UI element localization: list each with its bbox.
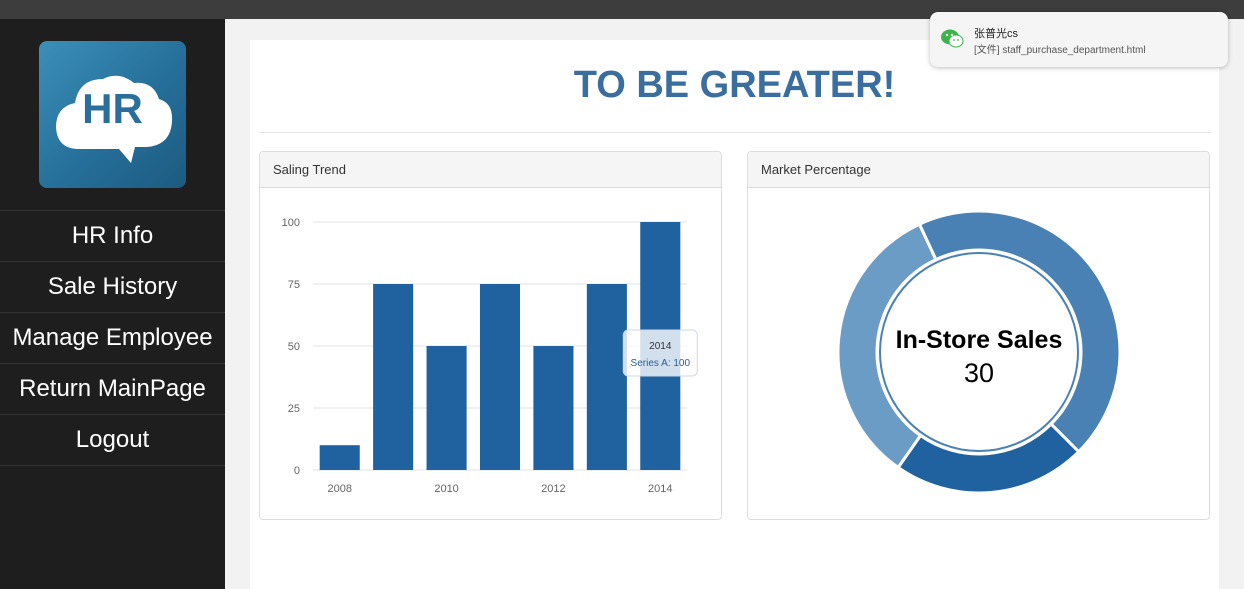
sidebar-item-manage-employee[interactable]: Manage Employee: [0, 313, 225, 364]
x-tick-label: 2014: [648, 483, 672, 495]
tooltip-text: Series A: 100: [631, 358, 691, 369]
logo-text: HR: [82, 85, 143, 132]
tooltip-box: [622, 329, 698, 377]
main-content: TO BE GREATER! Saling Trend 0 25 50 75 100 20…: [250, 40, 1219, 589]
sidebar-item-sale-history[interactable]: Sale History: [0, 262, 225, 313]
bar-2012: [533, 346, 574, 470]
y-tick-label: 100: [282, 217, 300, 229]
y-tick-label: 0: [294, 465, 300, 477]
x-tick-label: 2010: [434, 483, 458, 495]
sidebar: HR HR Info Sale History Manage Employee …: [0, 19, 225, 589]
tooltip-title: 2014: [649, 341, 672, 352]
bar-2011: [479, 284, 521, 470]
sidebar-item-logout[interactable]: Logout: [0, 415, 225, 466]
y-tick-label: 75: [288, 279, 300, 291]
saling-trend-bar-chart[interactable]: 0 25 50 75 100 2008 2010 2012 2014 2014 Series A: …: [260, 152, 723, 521]
saling-trend-panel: Saling Trend 0 25 50 75 100 2008 2010 2012 2014 2…: [259, 151, 722, 520]
divider: [259, 132, 1211, 133]
market-percentage-donut-chart[interactable]: In-Store Sales 30: [748, 152, 1211, 521]
bar-2013: [586, 284, 627, 470]
x-tick-label: 2012: [541, 483, 565, 495]
sidebar-nav: HR Info Sale History Manage Employee Ret…: [0, 210, 225, 466]
bar-2010: [426, 346, 467, 470]
notification-sender: 张普光cs: [974, 28, 1018, 40]
hr-logo[interactable]: HR: [39, 41, 186, 188]
chart-tooltip: 2014 Series A: 100: [622, 329, 698, 377]
y-tick-label: 50: [288, 341, 300, 353]
donut-center-label: In-Store Sales: [896, 326, 1063, 354]
notification-message: [文件] staff_purchase_department.html: [974, 45, 1146, 56]
y-tick-label: 25: [288, 403, 300, 415]
bar-2009: [373, 284, 414, 470]
x-tick-label: 2008: [327, 483, 351, 495]
donut-center-value: 30: [964, 358, 994, 388]
page-title: TO BE GREATER!: [573, 64, 896, 106]
notification-toast[interactable]: 张普光cs [文件] staff_purchase_department.htm…: [930, 12, 1228, 67]
sidebar-item-hr-info[interactable]: HR Info: [0, 211, 225, 262]
sidebar-item-return-mainpage[interactable]: Return MainPage: [0, 364, 225, 415]
market-percentage-panel: Market Percentage In-Store Sales 30: [747, 151, 1210, 520]
bar-2008: [319, 445, 360, 470]
wechat-icon: [941, 29, 964, 48]
